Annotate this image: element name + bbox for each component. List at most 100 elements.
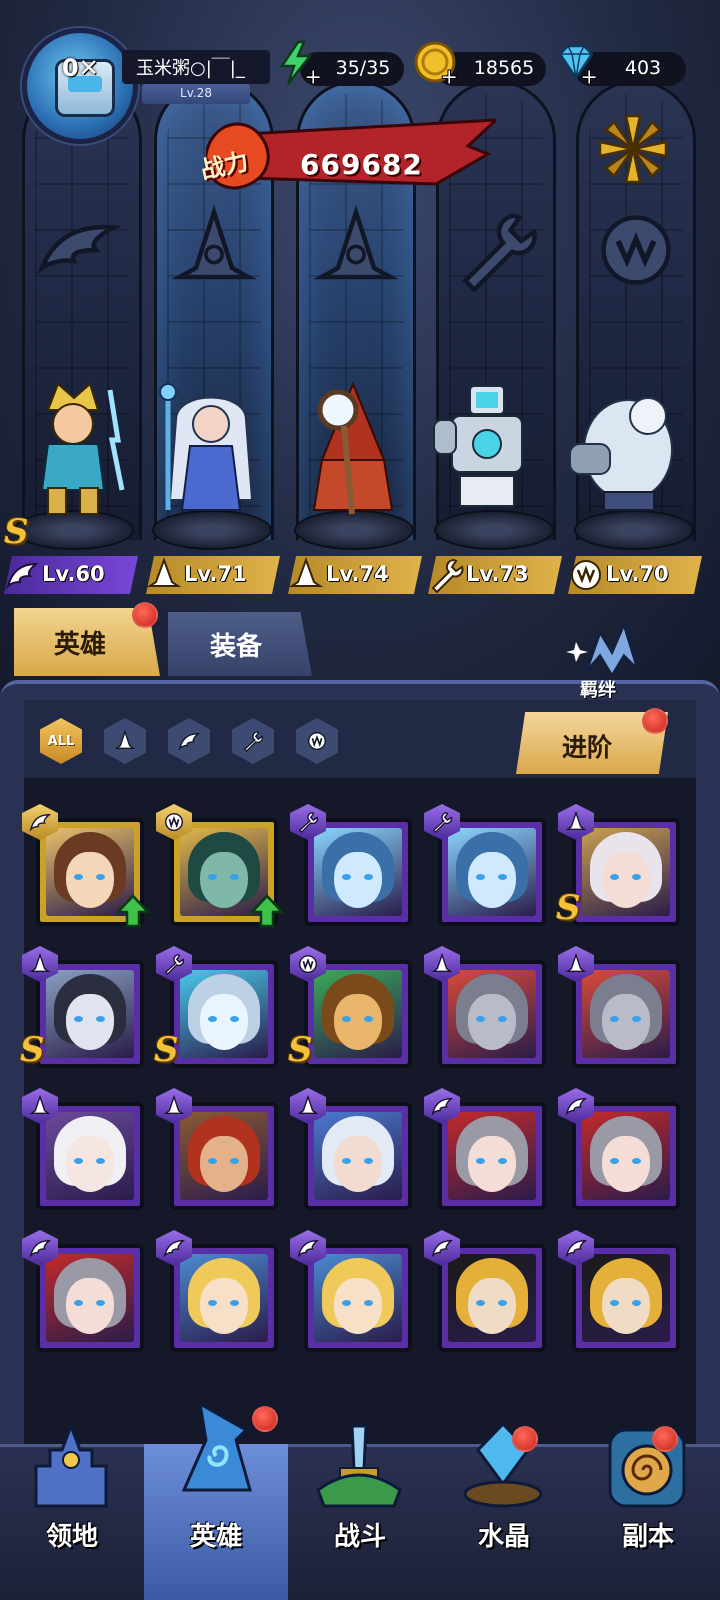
hero-eye <box>74 1300 83 1306</box>
wizard-hat-icon <box>114 730 136 750</box>
hero-face <box>66 1136 114 1192</box>
hero-eye <box>342 874 351 880</box>
upgrade-arrow-icon <box>249 894 285 928</box>
hero-eye <box>342 1158 351 1164</box>
lineup-hero-3[interactable] <box>298 380 408 520</box>
hero-eye <box>498 874 507 880</box>
pinwheel-icon[interactable] <box>596 112 670 186</box>
hero-face <box>602 852 650 908</box>
hero-eye <box>632 874 641 880</box>
hero-card[interactable] <box>572 960 680 1068</box>
lineup-hero-2[interactable] <box>156 380 266 520</box>
hero-card[interactable] <box>438 818 546 926</box>
gold-coin-add-icon[interactable]: + <box>412 40 458 86</box>
hero-card[interactable] <box>438 1244 546 1352</box>
hero-face <box>602 1136 650 1192</box>
hero-eye <box>208 1300 217 1306</box>
hero-card[interactable] <box>304 960 412 1068</box>
svg-text:+: + <box>580 65 598 86</box>
lineup-hero-4[interactable] <box>430 380 540 520</box>
hero-face <box>66 1278 114 1334</box>
hero-face <box>200 1136 248 1192</box>
hero-card[interactable] <box>572 818 680 926</box>
upgrade-arrow-icon <box>115 894 151 928</box>
s-rank-badge: S <box>288 1030 313 1070</box>
hero-eye <box>96 874 105 880</box>
hero-card[interactable] <box>304 1244 412 1352</box>
combat-power-value: 669682 <box>300 148 423 181</box>
tab-heroes-label: 英雄 <box>54 630 107 660</box>
hero-card[interactable] <box>36 1102 144 1210</box>
hero-face <box>334 994 382 1050</box>
s-rank-badge: S <box>4 512 29 552</box>
hero-card[interactable] <box>170 1244 278 1352</box>
vip-badge: 0✕ <box>62 54 99 82</box>
nav-crystal-label: 水晶 <box>477 1522 530 1552</box>
notification-dot <box>132 602 158 628</box>
hero-face <box>602 1278 650 1334</box>
wizard-hat-emblem-icon <box>164 200 264 300</box>
hero-eye <box>610 1016 619 1022</box>
stamina-value: 35/35 <box>335 57 391 79</box>
hero-face <box>334 1278 382 1334</box>
lineup-level: Lv.73 <box>466 562 529 586</box>
lineup-hero-1[interactable] <box>18 380 128 520</box>
wrench-emblem-icon <box>446 200 546 300</box>
filter-all-label: ALL <box>47 733 75 749</box>
hero-card[interactable] <box>304 1102 412 1210</box>
crossed-swords-icon <box>316 1424 402 1508</box>
player-name: 玉米粥○|￣|_ <box>136 58 245 79</box>
hero-eye <box>96 1158 105 1164</box>
hero-face <box>200 852 248 908</box>
hero-card[interactable] <box>572 1244 680 1352</box>
hero-card[interactable] <box>36 1244 144 1352</box>
hero-card[interactable] <box>438 1102 546 1210</box>
hero-eye <box>364 874 373 880</box>
beast-claw-icon <box>308 732 326 750</box>
hero-eye <box>610 874 619 880</box>
tab-equipment-label: 装备 <box>210 632 263 662</box>
hero-eye <box>230 874 239 880</box>
hero-eye <box>74 1158 83 1164</box>
hero-card[interactable] <box>438 960 546 1068</box>
hero-card[interactable] <box>36 960 144 1068</box>
player-avatar[interactable] <box>22 28 138 144</box>
hero-eye <box>632 1300 641 1306</box>
svg-text:+: + <box>440 65 458 86</box>
hero-card[interactable] <box>572 1102 680 1210</box>
lineup-level: Lv.70 <box>606 562 669 586</box>
lineup-level: Lv.74 <box>326 562 389 586</box>
hero-face <box>334 1136 382 1192</box>
hero-eye <box>208 874 217 880</box>
svg-text:+: + <box>304 65 320 86</box>
hero-face <box>468 1136 516 1192</box>
s-rank-badge: S <box>154 1030 179 1070</box>
nav-battle-label: 战斗 <box>333 1522 386 1552</box>
wing-icon <box>6 562 39 590</box>
diamond-value: 403 <box>624 57 662 79</box>
notification-dot <box>252 1406 278 1432</box>
hero-eye <box>476 874 485 880</box>
hero-face <box>468 852 516 908</box>
hero-eye <box>632 1016 641 1022</box>
hero-eye <box>96 1300 105 1306</box>
diamond-add-icon[interactable]: + <box>552 40 598 86</box>
hero-card[interactable] <box>304 818 412 926</box>
player-level: Lv.28 <box>180 86 212 100</box>
hero-card[interactable] <box>170 1102 278 1210</box>
hero-face <box>468 994 516 1050</box>
hero-face <box>468 1278 516 1334</box>
lightning-add-icon[interactable]: + <box>274 40 320 86</box>
hero-face <box>602 994 650 1050</box>
portal-swirl-icon <box>608 1428 686 1508</box>
hero-eye <box>498 1158 507 1164</box>
gold-value: 18565 <box>473 57 535 79</box>
lineup-hero-5[interactable] <box>568 380 678 520</box>
hero-eye <box>476 1300 485 1306</box>
hero-eye <box>632 1158 641 1164</box>
advance-button-label: 进阶 <box>562 733 613 762</box>
lineup-level: Lv.60 <box>42 562 105 586</box>
hero-eye <box>610 1158 619 1164</box>
s-rank-badge: S <box>556 888 581 928</box>
hero-card[interactable] <box>170 960 278 1068</box>
